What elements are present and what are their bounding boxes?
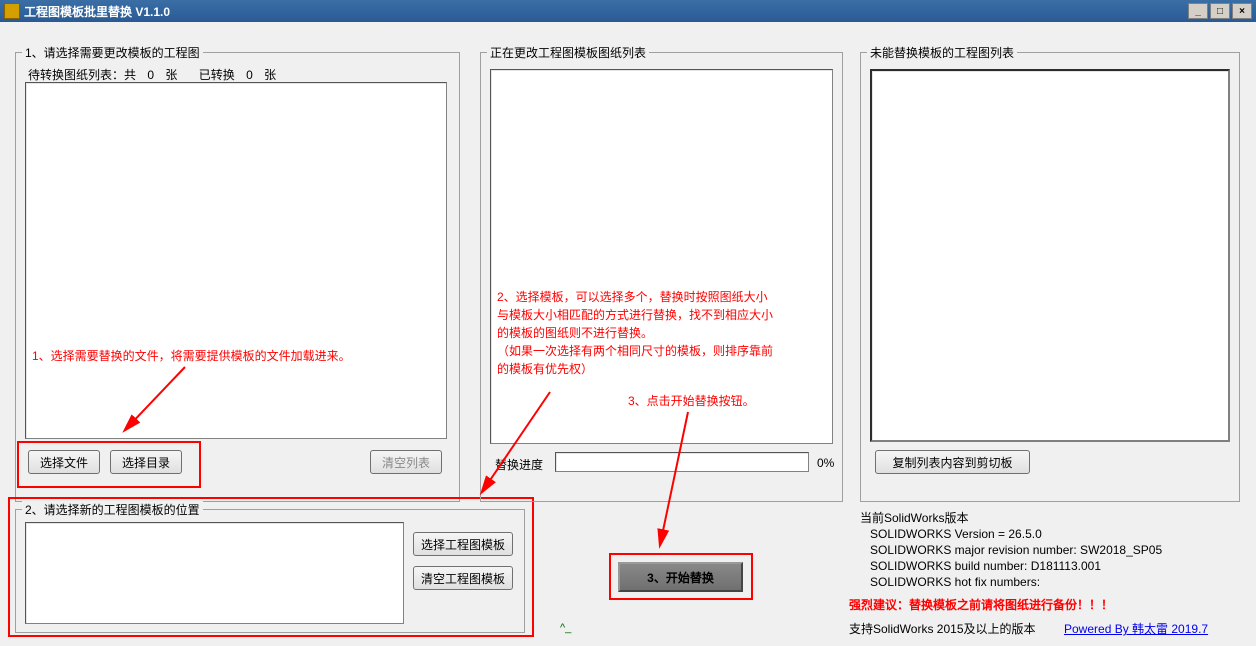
progress-listbox[interactable] <box>490 69 833 444</box>
caret-icon: ^_ <box>560 622 571 634</box>
minimize-button[interactable]: _ <box>1188 3 1208 19</box>
stats-unit2: 张 <box>264 68 276 82</box>
titlebar: 工程图模板批里替换 V1.1.0 _ □ × <box>0 0 1256 22</box>
annotation-1: 1、选择需要替换的文件，将需要提供模板的文件加载进来。 <box>32 347 351 364</box>
groupbox-template-label: 2、请选择新的工程图模板的位置 <box>22 501 203 518</box>
source-listbox[interactable] <box>25 82 447 439</box>
progress-bar <box>555 452 809 472</box>
clear-list-button[interactable]: 清空列表 <box>370 450 442 474</box>
stats-converted-prefix: 已转换 <box>199 68 235 82</box>
info-header: 当前SolidWorks版本 <box>860 510 1162 526</box>
support-text: 支持SolidWorks 2015及以上的版本 <box>849 620 1036 637</box>
failed-listbox[interactable] <box>870 69 1230 442</box>
client-area: 1、请选择需要更改模板的工程图 待转换图纸列表：共 0 张 已转换 0 张 选择… <box>0 22 1256 646</box>
annotation-2-line3: 的模板的图纸则不进行替换。 <box>497 324 773 342</box>
stats-unit1: 张 <box>165 68 177 82</box>
stats-prefix: 待转换图纸列表：共 <box>28 68 136 82</box>
copy-list-button[interactable]: 复制列表内容到剪切板 <box>875 450 1030 474</box>
select-dir-button[interactable]: 选择目录 <box>110 450 182 474</box>
warning-text: 强烈建议：替换模板之前请将图纸进行备份！！！ <box>849 596 1113 613</box>
solidworks-info: 当前SolidWorks版本 SOLIDWORKS Version = 26.5… <box>860 510 1162 590</box>
select-template-button[interactable]: 选择工程图模板 <box>413 532 513 556</box>
window-title: 工程图模板批里替换 V1.1.0 <box>24 3 1188 20</box>
annotation-2-line4: （如果一次选择有两个相同尺寸的模板，则排序靠前 <box>497 342 773 360</box>
info-line4: SOLIDWORKS hot fix numbers: <box>870 574 1162 590</box>
info-line3: SOLIDWORKS build number: D181113.001 <box>870 558 1162 574</box>
groupbox-failed-label: 未能替换模板的工程图列表 <box>867 44 1017 61</box>
annotation-2-line5: 的模板有优先权） <box>497 360 773 378</box>
groupbox-source-label: 1、请选择需要更改模板的工程图 <box>22 44 203 61</box>
close-button[interactable]: × <box>1232 3 1252 19</box>
select-file-button[interactable]: 选择文件 <box>28 450 100 474</box>
stats-line: 待转换图纸列表：共 0 张 已转换 0 张 <box>28 66 276 83</box>
stats-converted: 0 <box>246 68 253 82</box>
maximize-button[interactable]: □ <box>1210 3 1230 19</box>
progress-label: 替换进度 <box>495 456 543 473</box>
progress-percent: 0% <box>817 456 834 470</box>
annotation-2-line1: 2、选择模板，可以选择多个，替换时按照图纸大小 <box>497 288 773 306</box>
clear-template-button[interactable]: 清空工程图模板 <box>413 566 513 590</box>
stats-total: 0 <box>147 68 154 82</box>
info-line2: SOLIDWORKS major revision number: SW2018… <box>870 542 1162 558</box>
start-replace-button[interactable]: 3、开始替换 <box>618 562 743 592</box>
annotation-3: 3、点击开始替换按钮。 <box>628 392 755 409</box>
annotation-2: 2、选择模板，可以选择多个，替换时按照图纸大小 与模板大小相匹配的方式进行替换，… <box>497 288 773 378</box>
app-icon <box>4 3 20 19</box>
template-listbox[interactable] <box>25 522 404 624</box>
annotation-2-line2: 与模板大小相匹配的方式进行替换，找不到相应大小 <box>497 306 773 324</box>
window-controls: _ □ × <box>1188 3 1252 19</box>
info-line1: SOLIDWORKS Version = 26.5.0 <box>870 526 1162 542</box>
groupbox-progress-label: 正在更改工程图模板图纸列表 <box>487 44 649 61</box>
powered-by-link[interactable]: Powered By 韩太雷 2019.7 <box>1064 620 1208 637</box>
